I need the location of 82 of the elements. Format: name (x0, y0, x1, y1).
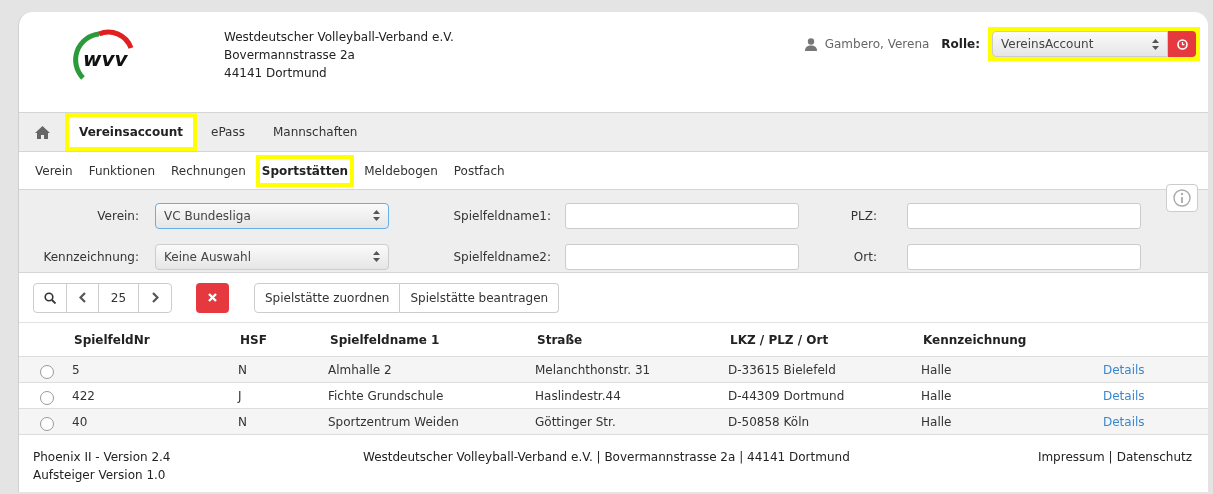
footer-address: Westdeutscher Volleyball-Verband e.V. | Bovermannstrasse 2a | 44141 Dortmund (363, 449, 850, 466)
table-cell-text: D-50858 Köln (728, 413, 811, 431)
table-cell-text: Halle (921, 387, 953, 405)
clear-button[interactable] (196, 282, 229, 313)
sub-nav-link[interactable]: Postfach (447, 154, 511, 187)
details-link[interactable]: Details (1103, 412, 1145, 431)
sub-nav-link[interactable]: Meldebogen (358, 154, 444, 187)
sub-nav-link[interactable]: Rechnungen (165, 154, 252, 187)
table-cell-text: D-44309 Dortmund (728, 387, 846, 405)
user-name: Gambero, Verena (824, 36, 930, 53)
table-cell-text: N (238, 413, 248, 431)
column-header: Spielfeldname 1 (330, 331, 441, 349)
select-field[interactable]: Keine Auswahl (155, 243, 389, 270)
sub-nav-link[interactable]: Funktionen (82, 154, 162, 187)
table-cell-text: D-33615 Bielefeld (728, 361, 837, 379)
table-cell-text: Fichte Grundschule (328, 387, 445, 405)
field-label: Kennzeichnung: (42, 248, 140, 266)
column-header: Straße (537, 331, 584, 349)
table-cell-text: N (238, 361, 248, 379)
main-nav-tab[interactable]: Mannschaften (258, 113, 372, 151)
info-button[interactable] (1166, 184, 1198, 212)
updown-icon (1152, 38, 1159, 50)
table-cell-text: Göttinger Str. (535, 413, 617, 431)
sub-nav-link[interactable]: Sportstätten (255, 154, 355, 187)
footer-link[interactable]: Datenschutz (1116, 448, 1192, 466)
radio-button[interactable] (39, 416, 54, 431)
role-select[interactable]: VereinsAccount (992, 31, 1168, 57)
sub-nav-link[interactable]: Verein (29, 154, 79, 187)
address-line: Bovermannstrasse 2a (224, 47, 356, 64)
table-cell-text: Halle (921, 361, 953, 379)
page-size: 25 (99, 283, 139, 312)
column-header: HSF (240, 331, 268, 349)
action-button[interactable]: Spielstätte beantragen (400, 282, 560, 313)
updown-icon (373, 251, 380, 262)
details-link[interactable]: Details (1103, 360, 1145, 379)
version-text: Aufsteiger Version 1.0 (33, 467, 167, 484)
address-line: Westdeutscher Volleyball-Verband e.V. (224, 29, 454, 46)
chevron-left-icon (79, 292, 86, 303)
clock-button[interactable] (1168, 31, 1196, 57)
table-cell-text: Haslindestr.44 (535, 387, 622, 405)
action-button[interactable]: Spielstätte zuordnen (254, 282, 401, 313)
table-cell-text: 422 (72, 387, 96, 405)
table-cell-text: 40 (72, 413, 89, 431)
radio-button[interactable] (39, 390, 54, 405)
field-label: Spielfeldname2: (452, 248, 552, 266)
field-label: Spielfeldname1: (452, 207, 552, 225)
input-field[interactable] (907, 243, 1141, 270)
column-header: LKZ / PLZ / Ort (730, 331, 830, 349)
chevron-right-icon (151, 292, 159, 303)
input-field[interactable] (907, 202, 1141, 229)
table-cell-text: Melanchthonstr. 31 (535, 361, 652, 379)
field-label: Ort: (852, 248, 878, 266)
table-cell-text: Almhalle 2 (328, 361, 393, 379)
radio-button[interactable] (39, 364, 54, 379)
footer-link[interactable]: Impressum (1037, 448, 1105, 466)
main-nav-tab[interactable]: ePass (197, 113, 259, 151)
updown-icon (373, 210, 380, 221)
table-cell-text: Sportzentrum Weiden (328, 413, 460, 431)
table-row[interactable]: 40 N Sportzentrum Weiden Göttinger Str. D-50858 Köln Halle Details (19, 409, 1208, 435)
table-row[interactable]: 5 N Almhalle 2 Melanchthonstr. 31 D-33615 Bielefeld Halle Details (19, 357, 1208, 383)
link-separator: | (1108, 449, 1113, 466)
field-label: Verein: (96, 207, 140, 225)
user-icon (804, 37, 817, 51)
search-icon (44, 291, 56, 304)
table-cell-text: Halle (921, 413, 953, 431)
table-cell-text: J (238, 387, 243, 405)
home-icon[interactable] (34, 125, 50, 139)
close-icon (208, 293, 217, 302)
select-field[interactable]: VC Bundesliga (155, 202, 389, 229)
column-header: Kennzeichnung (923, 331, 1028, 349)
address-line: 44141 Dortmund (224, 65, 328, 82)
details-link[interactable]: Details (1103, 386, 1145, 405)
field-label: PLZ: (849, 207, 878, 225)
input-field[interactable] (565, 202, 799, 229)
role-label: Rolle: (941, 36, 980, 53)
input-field[interactable] (565, 243, 799, 270)
info-icon (1173, 189, 1191, 207)
column-header: SpielfeldNr (74, 331, 151, 349)
clock-icon (1176, 38, 1188, 50)
table-cell-text: 5 (72, 361, 81, 379)
main-nav-tab[interactable]: Vereinsaccount (65, 113, 197, 151)
version-text: Phoenix II - Version 2.4 (33, 449, 172, 466)
